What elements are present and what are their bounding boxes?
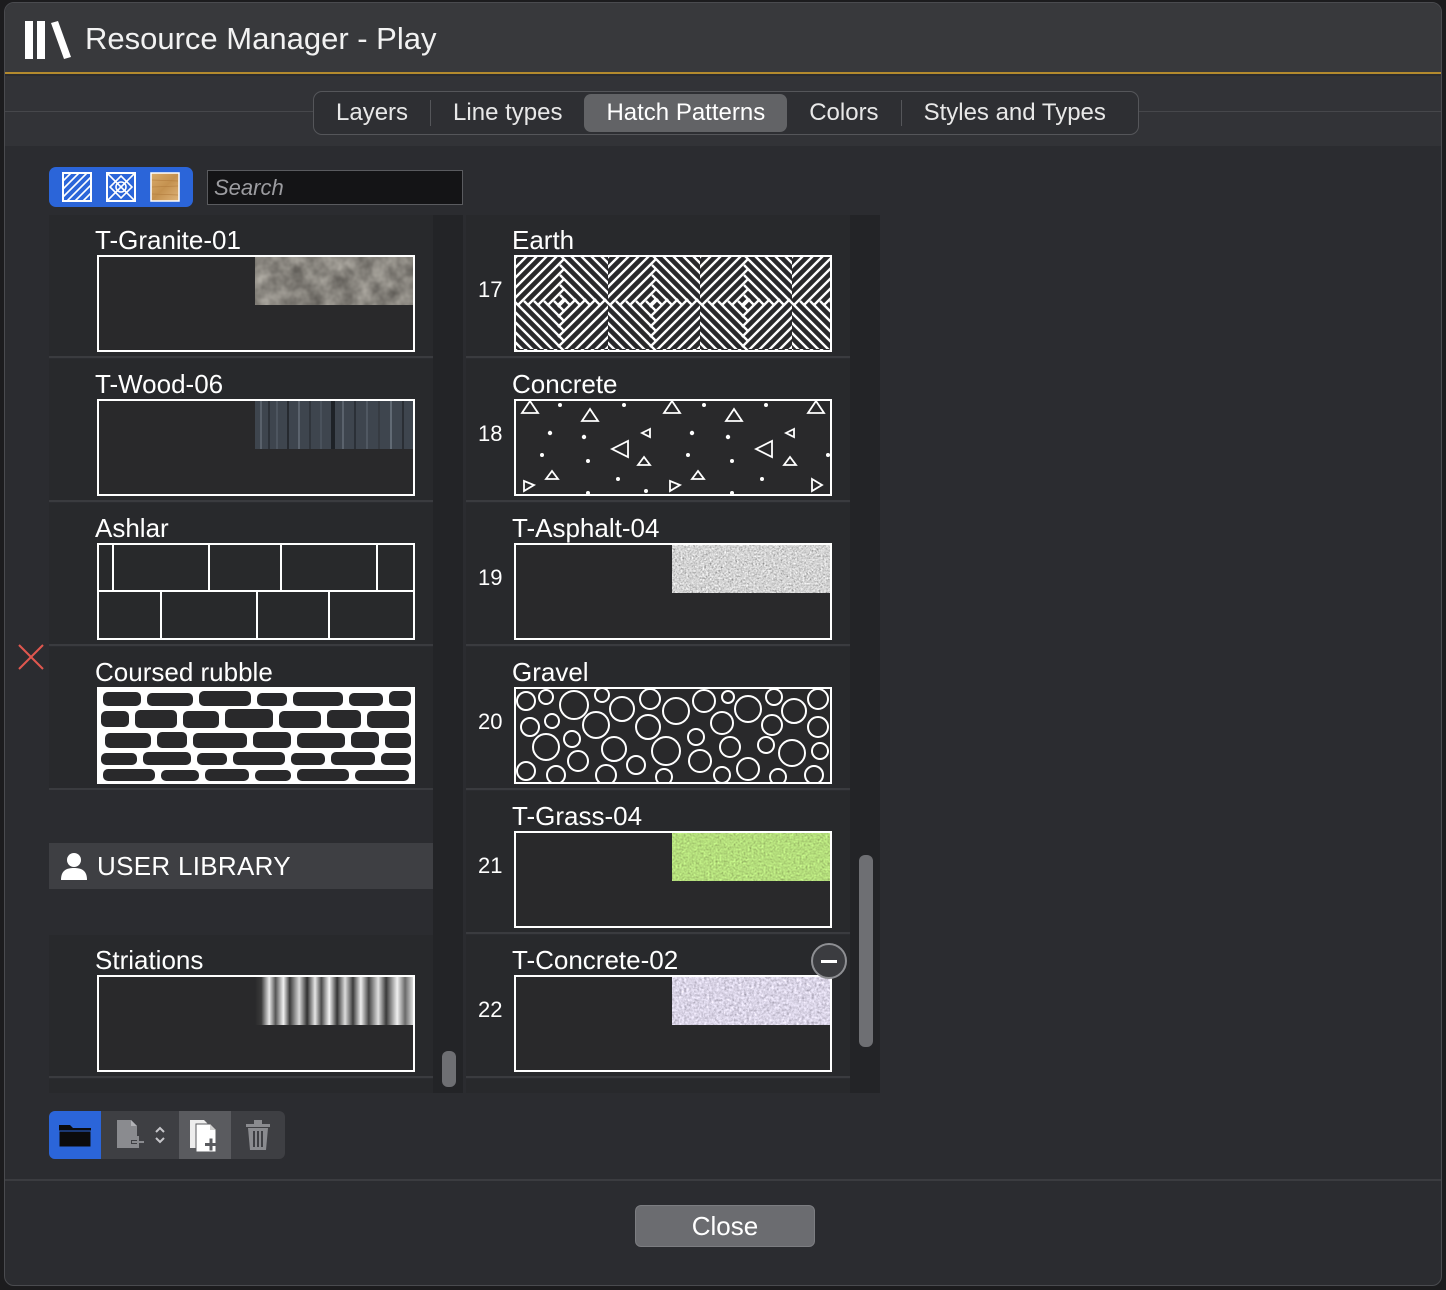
search-input[interactable] xyxy=(207,170,463,205)
pattern-preview xyxy=(97,975,415,1072)
pattern-name: T-Granite-01 xyxy=(95,225,241,255)
rubble-pattern xyxy=(99,689,413,782)
list-item[interactable]: T-Wood-06 xyxy=(49,359,433,502)
concrete-texture xyxy=(672,977,830,1025)
duplicate-icon xyxy=(190,1120,217,1153)
hatch-pattern-icon[interactable] xyxy=(61,171,93,203)
pattern-number: 22 xyxy=(478,997,503,1022)
list-spacer xyxy=(49,791,433,843)
pattern-preview xyxy=(514,399,832,496)
earth-pattern xyxy=(516,257,830,350)
new-item-icon xyxy=(117,1120,145,1148)
pattern-name: T-Grass-04 xyxy=(512,801,643,831)
new-item-button[interactable] xyxy=(101,1111,179,1159)
pattern-preview xyxy=(97,543,415,640)
resource-manager-window: Resource Manager - Play Layers Line type… xyxy=(4,2,1442,1286)
user-library-header[interactable]: USER LIBRARY xyxy=(49,843,433,889)
folder-icon xyxy=(58,1125,92,1148)
pattern-number: 19 xyxy=(478,565,503,590)
list-item[interactable]: Ashlar xyxy=(49,503,433,646)
right-pattern-list: Earth 17 Concrete 18 T-Asphalt-04 19 Gra… xyxy=(466,215,850,1093)
tab-bar: Layers Line types Hatch Patterns Colors … xyxy=(313,91,1139,135)
tab-styles-and-types[interactable]: Styles and Types xyxy=(902,94,1128,132)
granite-texture xyxy=(255,257,413,305)
list-item[interactable]: T-Asphalt-04 19 xyxy=(466,503,850,646)
gravel-pattern xyxy=(516,689,829,782)
list-item[interactable]: Coursed rubble xyxy=(49,647,433,790)
left-pattern-list: T-Granite-01 T-Wood-06 Ashlar Coursed ru… xyxy=(49,215,433,1093)
pattern-number: 18 xyxy=(478,421,503,446)
list-item[interactable]: T-Concrete-02 22 xyxy=(466,935,850,1078)
pattern-number: 20 xyxy=(478,709,503,734)
chevron-updown-icon xyxy=(155,1126,165,1144)
list-item[interactable]: Gravel 20 xyxy=(466,647,850,790)
texture-image-icon[interactable] xyxy=(149,171,181,203)
pattern-name: Ashlar xyxy=(95,513,169,543)
open-folder-button[interactable] xyxy=(49,1111,101,1159)
list-item-partial xyxy=(49,1079,433,1093)
pattern-name: Gravel xyxy=(512,657,589,687)
list-item-partial xyxy=(466,1079,850,1093)
list-item[interactable]: Concrete 18 xyxy=(466,359,850,502)
list-spacer xyxy=(49,889,433,935)
trash-icon xyxy=(246,1120,270,1150)
close-button[interactable]: Close xyxy=(635,1205,815,1247)
pattern-preview xyxy=(514,687,832,784)
concrete-pattern xyxy=(520,401,830,494)
library-toolbar xyxy=(49,1111,285,1159)
footer-divider xyxy=(5,1179,1441,1181)
pattern-number: 21 xyxy=(478,853,503,878)
pattern-name: Coursed rubble xyxy=(95,657,273,687)
left-list-scrollbar[interactable] xyxy=(433,215,463,1093)
window-title: Resource Manager - Play xyxy=(85,21,437,56)
pattern-preview xyxy=(97,399,415,496)
tab-layers[interactable]: Layers xyxy=(314,94,430,132)
scrollbar-thumb[interactable] xyxy=(859,855,873,1047)
pattern-preview xyxy=(514,975,832,1072)
pattern-name: T-Wood-06 xyxy=(95,369,224,399)
duplicate-button[interactable] xyxy=(179,1111,231,1159)
tab-colors[interactable]: Colors xyxy=(787,94,900,132)
right-list-scrollbar[interactable] xyxy=(850,215,880,1093)
remove-item-button[interactable] xyxy=(811,943,847,979)
list-item[interactable]: Striations xyxy=(49,935,433,1078)
wood-texture xyxy=(255,401,413,449)
delete-button[interactable] xyxy=(231,1111,285,1159)
title-bar: Resource Manager - Play xyxy=(5,3,1441,74)
list-item[interactable]: Earth 17 xyxy=(466,215,850,358)
pattern-preview xyxy=(514,543,832,640)
striations-texture xyxy=(255,977,413,1025)
user-icon xyxy=(61,853,87,880)
pattern-preview xyxy=(97,687,415,784)
pattern-name: T-Concrete-02 xyxy=(512,945,679,975)
library-icon xyxy=(25,21,71,59)
asphalt-texture xyxy=(672,545,830,593)
pattern-type-filter xyxy=(49,167,193,207)
pattern-name: T-Asphalt-04 xyxy=(512,513,660,543)
list-item[interactable]: T-Granite-01 xyxy=(49,215,433,358)
pattern-name: Concrete xyxy=(512,369,618,399)
grass-texture xyxy=(672,833,830,881)
pattern-preview xyxy=(97,255,415,352)
section-header-label: USER LIBRARY xyxy=(97,850,291,881)
minus-icon xyxy=(821,959,837,963)
pattern-name: Earth xyxy=(512,225,575,255)
tab-line-types[interactable]: Line types xyxy=(431,94,584,132)
pattern-number: 17 xyxy=(478,277,503,302)
tab-hatch-patterns[interactable]: Hatch Patterns xyxy=(584,94,788,132)
pattern-preview xyxy=(514,831,832,928)
close-icon[interactable] xyxy=(17,643,45,671)
pattern-preview xyxy=(514,255,832,352)
list-item[interactable]: T-Grass-04 21 xyxy=(466,791,850,934)
scrollbar-thumb[interactable] xyxy=(442,1051,456,1087)
ashlar-pattern xyxy=(99,545,413,638)
crosshatch-pattern-icon[interactable] xyxy=(105,171,137,203)
pattern-name: Striations xyxy=(95,945,204,975)
